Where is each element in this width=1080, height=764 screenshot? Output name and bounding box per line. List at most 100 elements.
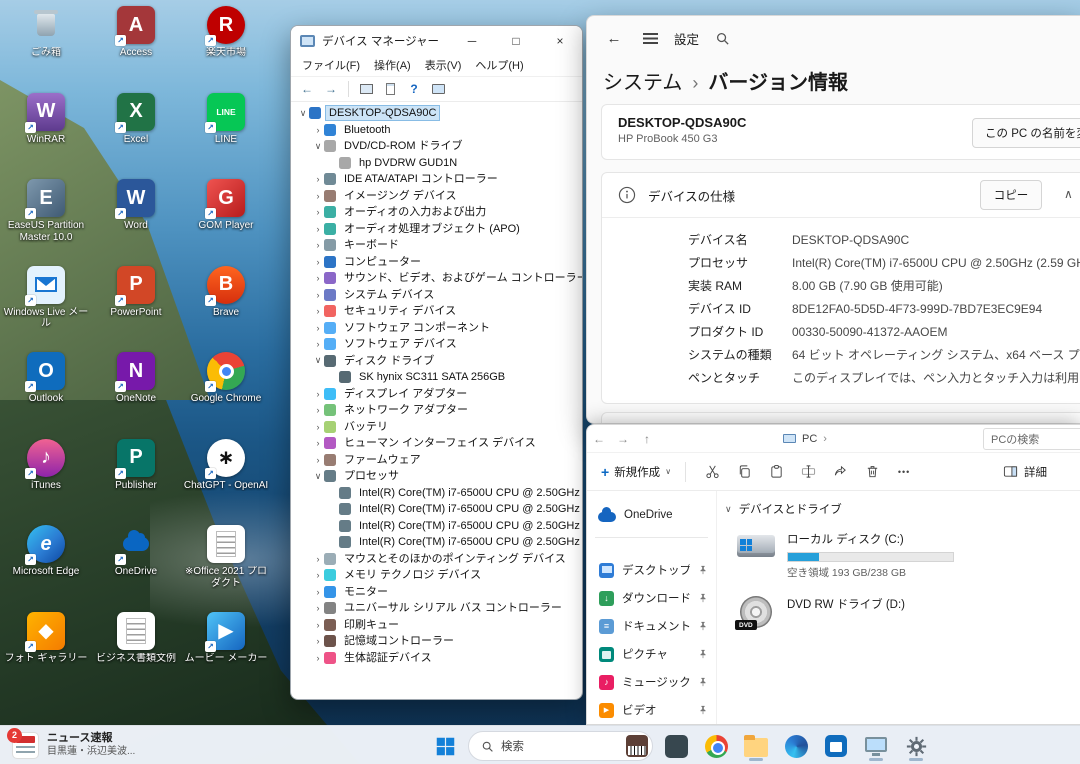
device-tree-item[interactable]: ∨プロセッサ <box>291 468 582 485</box>
expand-icon[interactable]: › <box>312 306 324 316</box>
settings-search-icon[interactable] <box>715 31 730 46</box>
sidebar-item-documents[interactable]: ≡ドキュメント <box>587 612 716 640</box>
sidebar-item-downloads[interactable]: ↓ダウンロード <box>587 584 716 612</box>
file-explorer-icon[interactable] <box>739 730 773 762</box>
device-tree-item[interactable]: ›ネットワーク アダプター <box>291 402 582 419</box>
device-tree-item[interactable]: ›バッテリ <box>291 419 582 436</box>
device-tree-item[interactable]: ›オーディオ処理オブジェクト (APO) <box>291 221 582 238</box>
maximize-button[interactable]: □ <box>494 26 538 56</box>
desktop-icon-line[interactable]: LINE↗LINE <box>182 93 270 146</box>
copy-button[interactable] <box>728 458 760 486</box>
desktop-icon-powerpoint[interactable]: P↗PowerPoint <box>92 266 180 319</box>
menu-item[interactable]: ヘルプ(H) <box>468 56 530 77</box>
expand-icon[interactable]: › <box>312 422 324 432</box>
device-tree-item[interactable]: Intel(R) Core(TM) i7-6500U CPU @ 2.50GHz <box>291 501 582 518</box>
desktop-icon-brave[interactable]: B↗Brave <box>182 266 270 319</box>
device-tree-item[interactable]: hp DVDRW GUD1N <box>291 155 582 172</box>
desktop-icon-business-document-samples[interactable]: ビジネス書類文例 <box>92 612 180 665</box>
device-manager-titlebar[interactable]: デバイス マネージャー ─ □ × <box>291 26 582 56</box>
device-tree-item[interactable]: ∨DVD/CD-ROM ドライブ <box>291 138 582 155</box>
device-tree-item[interactable]: ›Bluetooth <box>291 122 582 139</box>
expand-icon[interactable]: › <box>312 620 324 630</box>
expand-icon[interactable]: › <box>312 174 324 184</box>
up-button[interactable]: ↑ <box>635 432 659 446</box>
expand-icon[interactable]: › <box>312 125 324 135</box>
device-tree-item[interactable]: ›ユニバーサル シリアル バス コントローラー <box>291 600 582 617</box>
edge-icon[interactable] <box>779 730 813 762</box>
minimize-button[interactable]: ─ <box>450 26 494 56</box>
device-tree-item[interactable]: ›コンピューター <box>291 254 582 271</box>
widgets-button[interactable]: 2 ニュース速報 目黒蓮・浜辺美波... <box>4 729 143 762</box>
device-tree-item[interactable]: ›マウスとそのほかのポインティング デバイス <box>291 551 582 568</box>
copy-button[interactable]: コピー <box>980 180 1042 210</box>
menu-item[interactable]: ファイル(F) <box>295 56 367 77</box>
start-button[interactable] <box>428 730 462 762</box>
store-icon[interactable] <box>819 730 853 762</box>
more-options-button[interactable]: ••• <box>888 458 920 486</box>
device-tree-item[interactable]: Intel(R) Core(TM) i7-6500U CPU @ 2.50GHz <box>291 485 582 502</box>
collapse-icon[interactable]: ∨ <box>297 108 309 119</box>
settings-gear-icon[interactable] <box>899 730 933 762</box>
desktop-icon-recycle-bin[interactable]: ごみ箱 <box>2 6 90 59</box>
desktop-icon-google-chrome[interactable]: ↗Google Chrome <box>182 352 270 405</box>
device-tree-item[interactable]: ›モニター <box>291 584 582 601</box>
desktop-icon-microsoft-edge[interactable]: e↗Microsoft Edge <box>2 525 90 578</box>
sidebar-item-music[interactable]: ♪ミュージック <box>587 668 716 696</box>
expand-icon[interactable]: › <box>312 240 324 250</box>
sidebar-item-pictures[interactable]: ピクチャ <box>587 640 716 668</box>
expand-icon[interactable]: › <box>312 273 324 283</box>
device-tree-item[interactable]: SK hynix SC311 SATA 256GB <box>291 369 582 386</box>
desktop-icon-chatgpt-openai[interactable]: ∗↗ChatGPT - OpenAI <box>182 439 270 492</box>
cut-button[interactable] <box>696 458 728 486</box>
desktop-icon-rakuten-ichiba[interactable]: R↗楽天市場 <box>182 6 270 59</box>
back-button[interactable]: ← <box>297 79 317 99</box>
desktop-icon-outlook[interactable]: O↗Outlook <box>2 352 90 405</box>
taskbar-search-box[interactable]: 検索 <box>468 731 653 761</box>
expand-icon[interactable]: › <box>312 455 324 465</box>
console-window-button[interactable] <box>356 79 376 99</box>
collapse-icon[interactable]: ∨ <box>312 141 324 152</box>
breadcrumb-system[interactable]: システム <box>603 66 682 95</box>
explorer-search-input[interactable]: PCの検索 <box>983 428 1080 450</box>
device-tree-item[interactable]: ›ファームウェア <box>291 452 582 469</box>
expand-icon[interactable]: › <box>312 405 324 415</box>
sidebar-item-desktop[interactable]: デスクトップ <box>587 556 716 584</box>
pinned-app-icon[interactable] <box>659 730 693 762</box>
back-button[interactable]: ← <box>587 432 611 446</box>
expand-icon[interactable]: › <box>312 191 324 201</box>
new-item-button[interactable]: + 新規作成 ∨ <box>601 464 671 480</box>
scan-hardware-button[interactable] <box>428 79 448 99</box>
expand-icon[interactable]: › <box>312 570 324 580</box>
menu-item[interactable]: 操作(A) <box>367 56 418 77</box>
device-tree-item[interactable]: ›セキュリティ デバイス <box>291 303 582 320</box>
desktop-icon-winrar[interactable]: W↗WinRAR <box>2 93 90 146</box>
drive-item[interactable]: DVDDVD RW ドライブ (D:) <box>735 596 1080 628</box>
desktop-icon-movie-maker[interactable]: ▶↗ムービー メーカー <box>182 612 270 665</box>
expand-icon[interactable]: › <box>312 603 324 613</box>
expand-icon[interactable]: › <box>312 438 324 448</box>
desktop-icon-access[interactable]: A↗Access <box>92 6 180 59</box>
desktop-icon-word[interactable]: W↗Word <box>92 179 180 232</box>
desktop-icon-windows-live-mail[interactable]: ↗Windows Live メール <box>2 266 90 330</box>
desktop-icon-easeus-partition-master[interactable]: E↗EaseUS Partition Master 10.0 <box>2 179 90 243</box>
sidebar-item-videos[interactable]: ▶ビデオ <box>587 696 716 724</box>
forward-button[interactable]: → <box>611 432 635 446</box>
desktop-icon-photo-gallery[interactable]: ◆↗フォト ギャラリー <box>2 612 90 665</box>
sidebar-item-onedrive[interactable]: OneDrive <box>587 501 716 529</box>
desktop-icon-excel[interactable]: X↗Excel <box>92 93 180 146</box>
device-tree-item[interactable]: ›記憶域コントローラー <box>291 633 582 650</box>
expand-icon[interactable]: › <box>312 636 324 646</box>
expand-icon[interactable]: › <box>312 554 324 564</box>
device-tree-item[interactable]: ›ヒューマン インターフェイス デバイス <box>291 435 582 452</box>
desktop-icon-office-2021-product-file[interactable]: ※Office 2021 プロダクト <box>182 525 270 589</box>
expand-icon[interactable]: › <box>312 653 324 663</box>
device-tree-item[interactable]: Intel(R) Core(TM) i7-6500U CPU @ 2.50GHz <box>291 518 582 535</box>
device-tree-item[interactable]: ›ソフトウェア コンポーネント <box>291 320 582 337</box>
hamburger-menu-icon[interactable] <box>643 33 658 44</box>
chrome-icon[interactable] <box>699 730 733 762</box>
desktop-icon-onenote[interactable]: N↗OneNote <box>92 352 180 405</box>
close-button[interactable]: × <box>538 26 582 56</box>
desktop-icon-onedrive[interactable]: ↗OneDrive <box>92 525 180 578</box>
device-tree-item[interactable]: ›生体認証デバイス <box>291 650 582 667</box>
device-tree-item[interactable]: ›IDE ATA/ATAPI コントローラー <box>291 171 582 188</box>
